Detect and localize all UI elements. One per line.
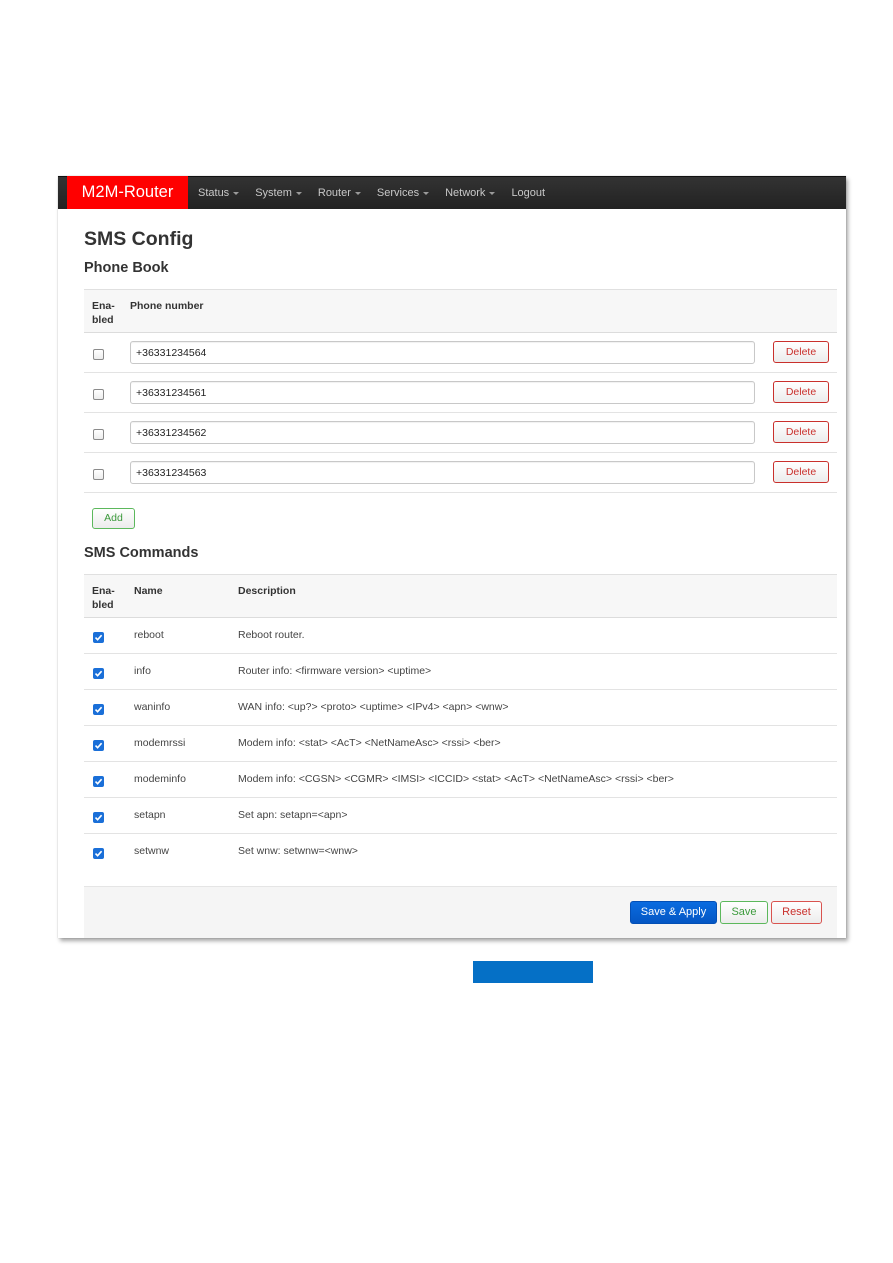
brand-logo[interactable]: M2M-Router <box>67 176 188 209</box>
delete-button[interactable]: Delete <box>773 381 829 403</box>
phone-book-header: Ena- bled Phone number <box>84 289 837 333</box>
sms-command-row: setwnw Set wnw: setwnw=<wnw> <box>84 834 837 870</box>
enabled-checkbox[interactable] <box>93 740 104 751</box>
enabled-checkbox[interactable] <box>93 429 104 440</box>
delete-button[interactable]: Delete <box>773 341 829 363</box>
col-description: Description <box>238 585 296 597</box>
phone-book-row: Delete <box>84 373 837 413</box>
save-apply-button[interactable]: Save & Apply <box>630 901 717 924</box>
phone-book-row: Delete <box>84 453 837 493</box>
nav-network-label: Network <box>445 186 486 199</box>
caret-down-icon <box>489 191 496 195</box>
enabled-checkbox[interactable] <box>93 349 104 360</box>
caret-down-icon <box>354 191 361 195</box>
enabled-checkbox[interactable] <box>93 704 104 715</box>
col-phone-number: Phone number <box>130 300 204 312</box>
command-name: modeminfo <box>134 773 186 785</box>
nav-menu: Status System Router Services Network Lo… <box>188 177 553 209</box>
command-description: Set apn: setapn=<apn> <box>238 809 348 821</box>
col-enabled: Ena- bled <box>92 300 115 326</box>
command-description: WAN info: <up?> <proto> <uptime> <IPv4> … <box>238 701 509 713</box>
command-description: Modem info: <stat> <AcT> <NetNameAsc> <r… <box>238 737 501 749</box>
enabled-checkbox[interactable] <box>93 812 104 823</box>
form-actions: Save & Apply Save Reset <box>84 886 837 938</box>
sms-command-row: modemrssi Modem info: <stat> <AcT> <NetNa… <box>84 726 837 762</box>
command-name: modemrssi <box>134 737 186 749</box>
sms-command-row: modeminfo Modem info: <CGSN> <CGMR> <IMSI… <box>84 762 837 798</box>
nav-services[interactable]: Services <box>369 177 437 210</box>
phone-book-row: Delete <box>84 333 837 373</box>
nav-logout-label: Logout <box>511 186 546 199</box>
sms-commands-heading: SMS Commands <box>84 545 199 561</box>
nav-system-label: System <box>255 186 292 199</box>
command-name: reboot <box>134 629 164 641</box>
sms-commands-table: Ena- bled Name Description reboot Reboot … <box>84 574 837 870</box>
nav-system[interactable]: System <box>247 177 310 210</box>
phone-number-input[interactable] <box>130 341 755 364</box>
phone-number-input[interactable] <box>130 421 755 444</box>
router-window: M2M-Router Status System Router Services… <box>58 176 846 938</box>
phone-number-input[interactable] <box>130 461 755 484</box>
page-banner-bar <box>473 961 593 983</box>
phone-book-table: Ena- bled Phone number Delete Delete Delet… <box>84 289 837 493</box>
nav-services-label: Services <box>376 186 420 199</box>
sms-command-row: waninfo WAN info: <up?> <proto> <uptime> … <box>84 690 837 726</box>
nav-status[interactable]: Status <box>190 177 247 210</box>
phone-number-input[interactable] <box>130 381 755 404</box>
command-name: waninfo <box>134 701 171 713</box>
command-description: Set wnw: setwnw=<wnw> <box>238 845 358 857</box>
enabled-checkbox[interactable] <box>93 848 104 859</box>
caret-down-icon <box>295 191 302 195</box>
sms-command-row: info Router info: <firmware version> <upt… <box>84 654 837 690</box>
navbar: M2M-Router Status System Router Services… <box>58 176 846 209</box>
enabled-checkbox[interactable] <box>93 776 104 787</box>
caret-down-icon <box>233 191 240 195</box>
reset-button[interactable]: Reset <box>771 901 822 924</box>
nav-status-label: Status <box>198 186 230 199</box>
nav-router-label: Router <box>317 186 351 199</box>
add-phone-button[interactable]: Add <box>92 508 135 529</box>
col-name: Name <box>134 585 163 597</box>
phone-book-heading: Phone Book <box>84 260 169 276</box>
col-enabled: Ena- bled <box>92 585 115 611</box>
phone-book-row: Delete <box>84 413 837 453</box>
enabled-checkbox[interactable] <box>93 469 104 480</box>
sms-commands-header: Ena- bled Name Description <box>84 574 837 618</box>
nav-router[interactable]: Router <box>310 177 369 210</box>
command-name: setapn <box>134 809 166 821</box>
delete-button[interactable]: Delete <box>773 461 829 483</box>
nav-logout[interactable]: Logout <box>503 177 553 210</box>
save-button[interactable]: Save <box>720 901 768 924</box>
caret-down-icon <box>423 191 430 195</box>
command-description: Modem info: <CGSN> <CGMR> <IMSI> <ICCID>… <box>238 773 674 785</box>
sms-command-row: reboot Reboot router. <box>84 618 837 654</box>
command-description: Reboot router. <box>238 629 305 641</box>
command-description: Router info: <firmware version> <uptime> <box>238 665 432 677</box>
enabled-checkbox[interactable] <box>93 389 104 400</box>
command-name: info <box>134 665 151 677</box>
enabled-checkbox[interactable] <box>93 632 104 643</box>
page-title: SMS Config <box>84 228 194 250</box>
nav-network[interactable]: Network <box>437 177 503 210</box>
command-name: setwnw <box>134 845 170 857</box>
enabled-checkbox[interactable] <box>93 668 104 679</box>
delete-button[interactable]: Delete <box>773 421 829 443</box>
sms-command-row: setapn Set apn: setapn=<apn> <box>84 798 837 834</box>
